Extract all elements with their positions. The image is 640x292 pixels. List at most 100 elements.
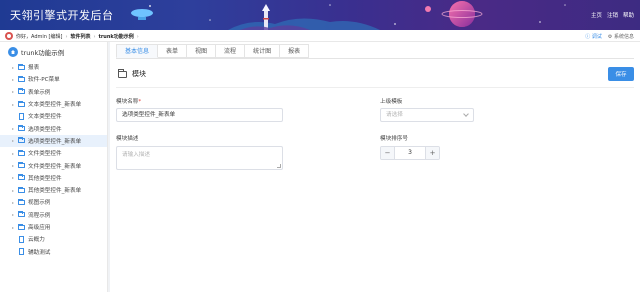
folder-icon <box>18 88 25 95</box>
tree-root-label: trunk功能示例 <box>21 49 65 57</box>
save-button[interactable]: 保存 <box>608 67 634 81</box>
sidebar-item[interactable]: ▸ 文件类型控件 <box>0 147 107 159</box>
sidebar-item-label: 文件类型控件_新表单 <box>28 163 82 170</box>
folder-icon <box>18 211 25 218</box>
folder-icon <box>118 69 127 78</box>
sidebar-item[interactable]: ▸ 其他类型控件 <box>0 172 107 184</box>
file-icon <box>19 236 24 243</box>
nav-logout-link[interactable]: 注销 <box>607 11 618 19</box>
sidebar-item[interactable]: ▸ 选项类型控件_新表单 <box>0 134 107 148</box>
folder-icon <box>18 63 25 70</box>
module-description-placeholder: 请输入描述 <box>122 152 150 158</box>
header-nav: 主页 注销 帮助 <box>591 11 634 19</box>
app-header: 天翎引擎式开发后台 主页 注销 帮助 <box>0 0 640 30</box>
breadcrumb-software-list[interactable]: 软件列表 <box>70 33 90 40</box>
decrement-button[interactable]: − <box>381 147 395 159</box>
tree-root[interactable]: trunk功能示例 <box>8 47 64 57</box>
breadcrumb-separator-icon: › <box>65 33 68 40</box>
folder-icon <box>18 186 25 193</box>
tab-2[interactable]: 视图 <box>187 44 217 58</box>
parent-template-select[interactable]: 请选择 <box>380 108 474 122</box>
breadcrumb-current-app[interactable]: trunk功能示例 <box>98 33 133 40</box>
sidebar-item-label: 文件类型控件 <box>28 151 62 158</box>
module-order-label: 模块排序号 <box>380 136 408 142</box>
sidebar-item-label: 软件-PC菜单 <box>28 77 60 84</box>
folder-icon <box>18 125 25 132</box>
system-info-link[interactable]: ⚙ 系统信息 <box>608 33 634 40</box>
section-title: 模块 <box>132 70 146 78</box>
system-info-label: 系统信息 <box>613 34 634 40</box>
module-description-label: 模块描述 <box>116 136 139 142</box>
sidebar-item[interactable]: ▸ 软件-PC菜单 <box>0 73 107 85</box>
breadcrumb-separator-icon: › <box>136 33 139 40</box>
nav-home-link[interactable]: 主页 <box>591 11 602 19</box>
folder-icon <box>18 137 25 144</box>
sidebar-item[interactable]: ▸ 文本类型控件_新表单 <box>0 98 107 110</box>
breadcrumb-separator-icon: › <box>93 33 96 40</box>
sidebar-item[interactable]: ▸ 流程示例 <box>0 209 107 221</box>
sidebar-item[interactable]: ▸ 报表 <box>0 61 107 73</box>
sidebar-item-label: 文本类型控件_新表单 <box>28 102 82 109</box>
sidebar-item[interactable]: ▸ 选项类型控件 <box>0 122 107 134</box>
module-description-textarea[interactable]: 请输入描述 <box>116 146 283 170</box>
tab-1[interactable]: 表单 <box>158 44 188 58</box>
module-name-label: 模块名称* <box>116 97 141 105</box>
sidebar-item-label: 云概力 <box>28 237 45 244</box>
sidebar-item-label: 辅助测试 <box>28 249 51 256</box>
folder-icon <box>18 149 25 156</box>
sidebar-item-label: 表单示例 <box>28 89 51 96</box>
section-header: 模块 <box>118 69 146 79</box>
folder-icon <box>18 223 25 230</box>
folder-icon <box>18 162 25 169</box>
folder-icon <box>18 174 25 181</box>
resize-grip-icon[interactable] <box>277 164 281 168</box>
tab-3[interactable]: 流程 <box>216 44 246 58</box>
sidebar-item-label: 选项类型控件_新表单 <box>28 138 82 145</box>
section-divider <box>116 87 634 88</box>
sidebar-item[interactable]: ▸ 文件类型控件_新表单 <box>0 159 107 171</box>
sidebar-item[interactable]: 云概力 <box>0 233 107 245</box>
file-icon <box>19 113 24 120</box>
breadcrumb-actions: ⓘ 调试 ⚙ 系统信息 <box>585 33 634 40</box>
chevron-down-icon <box>463 111 469 117</box>
sidebar-item-label: 其他类型控件_新表单 <box>28 188 82 195</box>
sidebar-item-label: 报表 <box>28 65 40 72</box>
sidebar-item-label: 选项类型控件 <box>28 126 62 133</box>
sidebar-item[interactable]: 文本类型控件 <box>0 110 107 122</box>
sidebar: trunk功能示例 ▸ 报表 ▸ 软件-PC菜单 ▸ 表单示例 ▸ 文本类型控件_新表单 文本类… <box>0 42 108 292</box>
sidebar-item[interactable]: ▸ 其他类型控件_新表单 <box>0 184 107 196</box>
tab-5[interactable]: 报表 <box>280 44 310 58</box>
home-icon <box>8 47 18 57</box>
sidebar-item-label: 其他类型控件 <box>28 175 62 182</box>
breadcrumb: 你好，Admin [编辑] › 软件列表 › trunk功能示例 › <box>16 33 139 41</box>
sidebar-item[interactable]: ▸ 视图示例 <box>0 196 107 208</box>
sidebar-item-label: 文本类型控件 <box>28 114 62 121</box>
sidebar-item-label: 高级应用 <box>28 225 51 231</box>
tab-divider <box>116 58 634 59</box>
user-logo-icon <box>5 32 13 40</box>
module-order-value[interactable]: 3 <box>395 147 425 159</box>
module-name-label-text: 模块名称 <box>116 99 139 105</box>
sidebar-item[interactable]: ▸ 高级应用 <box>0 221 107 233</box>
nav-help-link[interactable]: 帮助 <box>623 11 634 19</box>
sidebar-item[interactable]: 辅助测试 <box>0 245 107 257</box>
folder-icon <box>18 75 25 82</box>
required-mark: * <box>138 99 142 105</box>
user-greeting[interactable]: 你好，Admin [编辑] <box>16 33 62 40</box>
tab-4[interactable]: 统计图 <box>245 44 281 58</box>
sidebar-item[interactable]: ▸ 表单示例 <box>0 86 107 98</box>
sidebar-item-label: 视图示例 <box>28 200 51 207</box>
parent-template-label: 上级模板 <box>380 99 403 105</box>
module-order-stepper[interactable]: − 3 + <box>380 146 440 160</box>
increment-button[interactable]: + <box>425 147 439 159</box>
debug-link[interactable]: ⓘ 调试 <box>585 33 602 40</box>
parent-template-placeholder: 请选择 <box>386 112 403 118</box>
folder-icon <box>18 198 25 205</box>
app-title: 天翎引擎式开发后台 <box>10 9 114 22</box>
breadcrumb-bar: 你好，Admin [编辑] › 软件列表 › trunk功能示例 › ⓘ 调试 … <box>0 30 640 42</box>
module-name-input[interactable]: 选项类型控件_新表单 <box>116 108 283 122</box>
file-icon <box>19 248 24 255</box>
module-tree: ▸ 报表 ▸ 软件-PC菜单 ▸ 表单示例 ▸ 文本类型控件_新表单 文本类型控件 ▸ 选项类型控件… <box>0 61 107 258</box>
tab-0[interactable]: 基本信息 <box>116 44 159 58</box>
debug-label: 调试 <box>591 34 602 40</box>
